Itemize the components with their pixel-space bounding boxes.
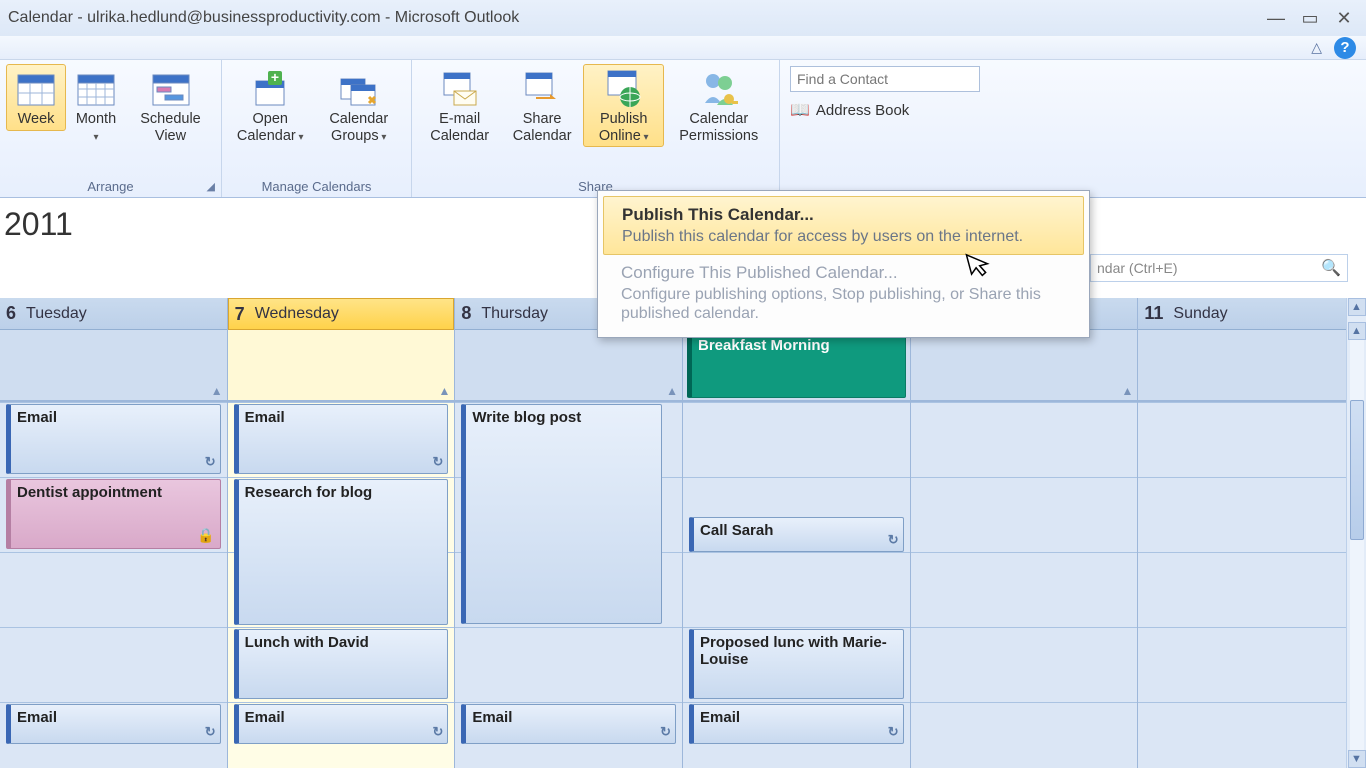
publish-online-icon (604, 69, 644, 109)
vertical-scrollbar[interactable]: ▲ ▲ ▼ (1346, 298, 1366, 768)
publish-online-button[interactable]: Publish Online (583, 64, 665, 147)
search-calendar-input[interactable]: ndar (Ctrl+E) 🔍 (1090, 254, 1348, 282)
ribbon-group-manage: + Open Calendar Calendar Groups Manage C… (222, 60, 412, 197)
window-title: Calendar - ulrika.hedlund@businessproduc… (8, 9, 1256, 27)
recurrence-icon: ↻ (205, 454, 216, 470)
appointment-email[interactable]: Email↻ (689, 704, 904, 744)
appointment-dentist[interactable]: Dentist appointment🔒 (6, 479, 221, 549)
open-calendar-button[interactable]: + Open Calendar (228, 64, 312, 147)
group-label-arrange: Arrange (87, 179, 133, 194)
week-button[interactable]: Week (6, 64, 66, 131)
calendar-groups-icon (339, 69, 379, 109)
appointment-email[interactable]: Email↻ (234, 704, 449, 744)
appointment-email[interactable]: Email↻ (6, 404, 221, 474)
scroll-down-icon[interactable]: ▼ (1348, 750, 1366, 768)
recurrence-icon: ↻ (205, 724, 216, 740)
title-bar: Calendar - ulrika.hedlund@businessproduc… (0, 0, 1366, 36)
appointment-lunch-david[interactable]: Lunch with David (234, 629, 449, 699)
share-calendar-icon (522, 69, 562, 109)
lock-icon: 🔒 (197, 527, 214, 544)
appointment-research[interactable]: Research for blog (234, 479, 449, 625)
day-column-tuesday[interactable]: 6 Tuesday ▲ Email↻ Dentist appointment🔒 … (0, 298, 228, 768)
day-column-thursday[interactable]: 8 Thursday ▲ Write blog post Email↻ (455, 298, 683, 768)
day-column-friday[interactable]: 9 Breakfast Morning Call Sarah↻ Proposed… (683, 298, 911, 768)
scroll-up-icon[interactable]: ▲ (1348, 298, 1366, 316)
ribbon-group-share: E-mail Calendar Share Calendar Publish O… (412, 60, 780, 197)
ribbon: Week Month Schedule View Arrange ◢ + (0, 60, 1366, 198)
allday-area[interactable]: Breakfast Morning (683, 330, 910, 402)
scroll-thumb[interactable] (1350, 400, 1364, 540)
day-header[interactable]: 11 Sunday (1138, 298, 1365, 330)
day-column-saturday[interactable]: ▲ (911, 298, 1139, 768)
allday-area[interactable]: ▲ (455, 330, 682, 402)
email-calendar-button[interactable]: E-mail Calendar (418, 64, 501, 147)
appointment-proposed-lunch[interactable]: Proposed lunc with Marie-Louise (689, 629, 904, 699)
open-calendar-icon: + (250, 69, 290, 109)
allday-area[interactable]: ▲ (228, 330, 455, 402)
ribbon-minimize-icon[interactable]: △ (1311, 39, 1322, 56)
calendar-month-icon (76, 69, 116, 109)
svg-text:+: + (271, 69, 279, 85)
maximize-button[interactable]: ▭ (1296, 7, 1324, 29)
calendar-groups-button[interactable]: Calendar Groups (312, 64, 405, 147)
recurrence-icon: ↻ (888, 724, 899, 740)
collapse-icon[interactable]: ▲ (666, 384, 678, 398)
publish-online-dropdown: Publish This Calendar... Publish this ca… (597, 190, 1090, 338)
find-contact-input[interactable]: Find a Contact (790, 66, 980, 92)
group-label-manage: Manage Calendars (222, 175, 411, 197)
collapse-icon[interactable]: ▲ (1121, 384, 1133, 398)
appointment-call-sarah[interactable]: Call Sarah↻ (689, 517, 904, 552)
day-header[interactable]: 7 Wednesday (228, 298, 455, 330)
appointment-email[interactable]: Email↻ (461, 704, 676, 744)
calendar-week-grid: 6 Tuesday ▲ Email↻ Dentist appointment🔒 … (0, 298, 1366, 768)
minimize-button[interactable]: — (1262, 7, 1290, 29)
recurrence-icon: ↻ (432, 454, 443, 470)
search-icon: 🔍 (1321, 258, 1341, 278)
scroll-track[interactable] (1350, 340, 1364, 750)
arrange-expander-icon[interactable]: ◢ (207, 180, 215, 193)
close-button[interactable]: ✕ (1330, 7, 1358, 29)
address-book-button[interactable]: 📖 Address Book (790, 100, 980, 120)
share-calendar-button[interactable]: Share Calendar (501, 64, 583, 147)
recurrence-icon: ↻ (432, 724, 443, 740)
ribbon-group-arrange: Week Month Schedule View Arrange ◢ (0, 60, 222, 197)
day-header[interactable]: 6 Tuesday (0, 298, 227, 330)
calendar-permissions-icon (699, 69, 739, 109)
allday-area[interactable]: ▲ (911, 330, 1138, 402)
ribbon-header: △ ? (0, 36, 1366, 60)
help-icon[interactable]: ? (1334, 37, 1356, 59)
appointment-email[interactable]: Email↻ (234, 404, 449, 474)
scroll-up-icon[interactable]: ▲ (1348, 322, 1366, 340)
allday-area[interactable]: ▲ (1138, 330, 1365, 402)
calendar-week-icon (16, 69, 56, 109)
calendar-permissions-button[interactable]: Calendar Permissions (664, 64, 773, 147)
day-column-sunday[interactable]: 11 Sunday ▲ (1138, 298, 1366, 768)
allday-area[interactable]: ▲ (0, 330, 227, 402)
day-column-wednesday[interactable]: 7 Wednesday ▲ Email↻ Research for blog L… (228, 298, 456, 768)
collapse-icon[interactable]: ▲ (211, 384, 223, 398)
appointment-write-blog[interactable]: Write blog post (461, 404, 662, 624)
recurrence-icon: ↻ (888, 532, 899, 548)
recurrence-icon: ↻ (660, 724, 671, 740)
appointment-email[interactable]: Email↻ (6, 704, 221, 744)
address-book-icon: 📖 (790, 100, 810, 120)
menu-item-configure-published-calendar: Configure This Published Calendar... Con… (603, 255, 1084, 331)
menu-item-publish-this-calendar[interactable]: Publish This Calendar... Publish this ca… (603, 196, 1084, 255)
calendar-schedule-icon (151, 69, 191, 109)
ribbon-find-panel: Find a Contact 📖 Address Book (780, 60, 990, 197)
schedule-view-button[interactable]: Schedule View (126, 64, 215, 147)
collapse-icon[interactable]: ▲ (438, 384, 450, 398)
email-calendar-icon (440, 69, 480, 109)
month-button[interactable]: Month (66, 64, 126, 147)
